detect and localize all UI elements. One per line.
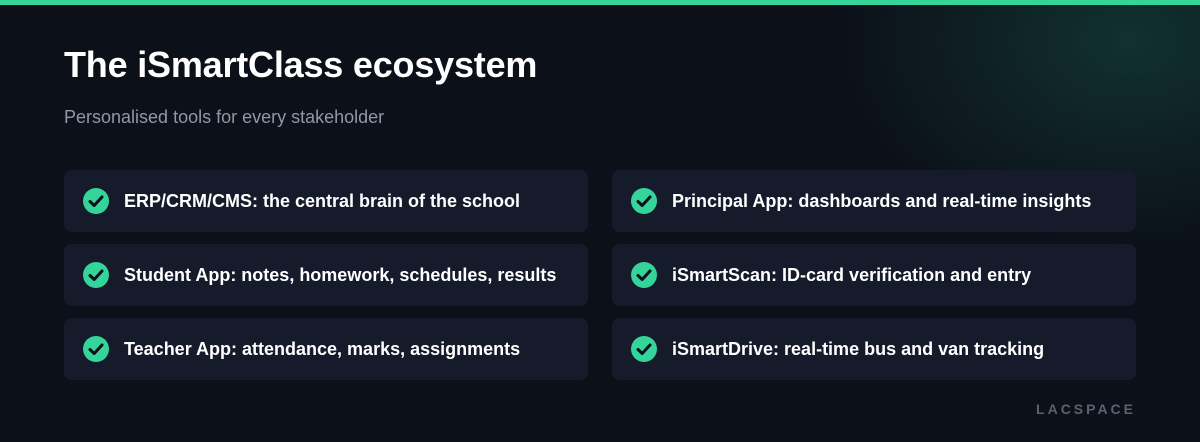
feature-item-student-app: Student App: notes, homework, schedules,…	[64, 244, 588, 306]
page-title: The iSmartClass ecosystem	[64, 44, 538, 85]
feature-item-erp: ERP/CRM/CMS: the central brain of the sc…	[64, 170, 588, 232]
check-circle-icon	[630, 187, 658, 215]
check-circle-icon	[82, 261, 110, 289]
accent-top-bar	[0, 0, 1200, 5]
check-circle-icon	[82, 335, 110, 363]
feature-grid: ERP/CRM/CMS: the central brain of the sc…	[64, 170, 1136, 380]
feature-item-label: iSmartScan: ID-card verification and ent…	[672, 264, 1032, 285]
feature-item-label: iSmartDrive: real-time bus and van track…	[672, 338, 1045, 359]
feature-item-label: ERP/CRM/CMS: the central brain of the sc…	[124, 190, 521, 211]
check-circle-icon	[82, 187, 110, 215]
feature-item-ismartdrive: iSmartDrive: real-time bus and van track…	[612, 318, 1136, 380]
slide-card: The iSmartClass ecosystem Personalised t…	[0, 0, 1200, 442]
feature-item-label: Principal App: dashboards and real-time …	[672, 190, 1092, 211]
check-circle-icon	[630, 261, 658, 289]
feature-item-ismartscan: iSmartScan: ID-card verification and ent…	[612, 244, 1136, 306]
page-subtitle: Personalised tools for every stakeholder	[64, 107, 385, 127]
feature-item-teacher-app: Teacher App: attendance, marks, assignme…	[64, 318, 588, 380]
feature-item-label: Teacher App: attendance, marks, assignme…	[124, 338, 521, 359]
feature-item-principal-app: Principal App: dashboards and real-time …	[612, 170, 1136, 232]
brand-wordmark: LACSPACE	[1036, 401, 1136, 417]
check-circle-icon	[630, 335, 658, 363]
feature-item-label: Student App: notes, homework, schedules,…	[124, 264, 557, 285]
